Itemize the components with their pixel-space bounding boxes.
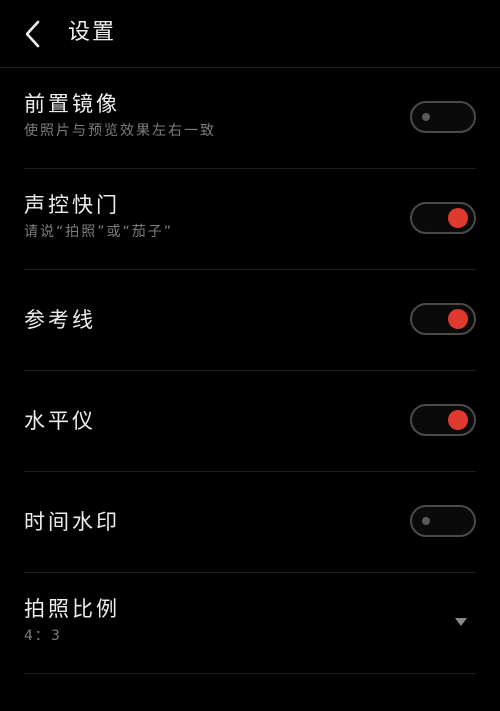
- page-title: 设置: [68, 20, 117, 45]
- setting-subtitle: 使照片与预览效果左右一致: [24, 123, 216, 139]
- setting-time-watermark: 时间水印: [24, 472, 476, 573]
- toggle-knob: [448, 410, 468, 430]
- setting-subtitle: 请说“拍照”或“茄子”: [24, 224, 174, 240]
- dropdown-triangle-icon[interactable]: [454, 617, 468, 627]
- aspect-ratio-value: 4：3: [24, 628, 62, 644]
- header-bar: 设置: [0, 0, 500, 68]
- setting-title: 拍照比例: [24, 597, 120, 621]
- setting-title: 时间水印: [24, 510, 120, 534]
- setting-voice-shutter: 声控快门 请说“拍照”或“茄子”: [24, 169, 476, 270]
- setting-title: 声控快门: [24, 193, 120, 217]
- setting-title: 前置镜像: [24, 92, 120, 116]
- toggle-knob: [448, 309, 468, 329]
- setting-title: 参考线: [24, 308, 96, 332]
- back-button[interactable]: [14, 14, 50, 54]
- setting-level: 水平仪: [24, 371, 476, 472]
- front-mirror-toggle[interactable]: [410, 101, 476, 133]
- time-watermark-toggle[interactable]: [410, 505, 476, 537]
- setting-aspect-ratio[interactable]: 拍照比例 4：3: [24, 573, 476, 674]
- toggle-knob: [422, 113, 430, 121]
- voice-shutter-toggle[interactable]: [410, 202, 476, 234]
- toggle-knob: [422, 517, 430, 525]
- grid-lines-toggle[interactable]: [410, 303, 476, 335]
- toggle-knob: [448, 208, 468, 228]
- settings-list: 前置镜像 使照片与预览效果左右一致 声控快门 请说“拍照”或“茄子” 参考线 水…: [0, 68, 500, 674]
- setting-front-mirror: 前置镜像 使照片与预览效果左右一致: [24, 68, 476, 169]
- chevron-left-icon: [25, 20, 40, 48]
- setting-grid-lines: 参考线: [24, 270, 476, 371]
- level-toggle[interactable]: [410, 404, 476, 436]
- setting-title: 水平仪: [24, 409, 96, 433]
